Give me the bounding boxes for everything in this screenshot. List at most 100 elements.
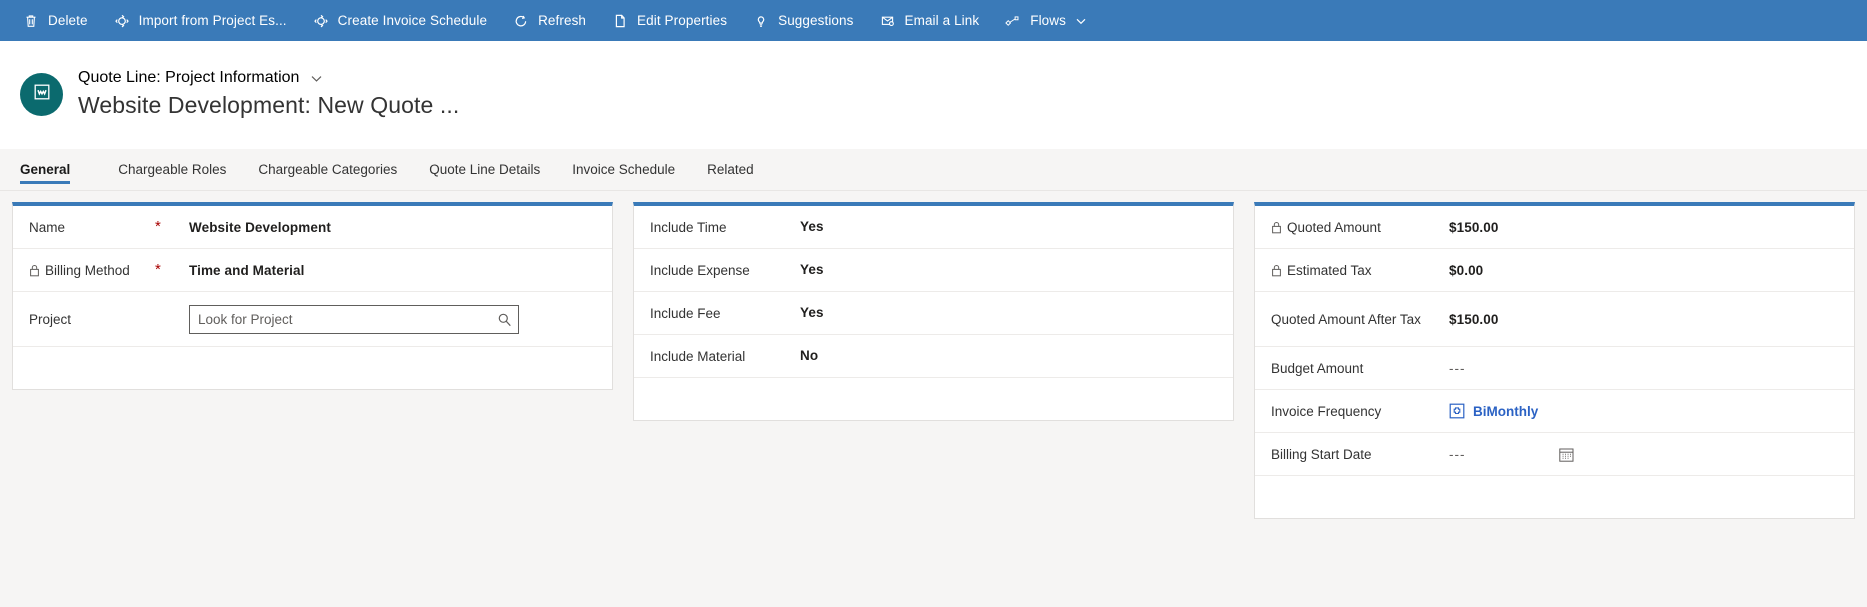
field-label: Billing Method <box>29 262 149 279</box>
field-value-budget-amount[interactable]: --- <box>1449 361 1466 376</box>
calendar-icon[interactable] <box>1558 446 1575 463</box>
lock-icon <box>29 264 40 277</box>
field-row-billing-start-date: Billing Start Date --- <box>1255 433 1854 476</box>
field-label-text: Project <box>29 311 72 327</box>
command-label: Refresh <box>538 13 587 28</box>
command-bar: Delete Import from Project Es... Create <box>0 0 1867 41</box>
field-label: Invoice Frequency <box>1271 403 1449 420</box>
field-label: Include Time <box>650 219 800 236</box>
invoice-frequency-value[interactable]: BiMonthly <box>1473 404 1538 419</box>
invoice-frequency-entity-icon <box>1449 403 1465 419</box>
email-link-icon <box>880 13 896 29</box>
form-body: Name * Website Development Billing Metho… <box>0 191 1867 607</box>
command-label: Import from Project Es... <box>138 13 287 28</box>
command-edit-properties[interactable]: Edit Properties <box>599 0 740 41</box>
command-label: Suggestions <box>778 13 854 28</box>
command-create-invoice-schedule[interactable]: Create Invoice Schedule <box>300 0 500 41</box>
field-label-text: Name <box>29 219 66 235</box>
chevron-down-icon[interactable] <box>1075 15 1087 27</box>
field-row-include-expense: Include Expense Yes <box>634 249 1233 292</box>
command-label: Create Invoice Schedule <box>337 13 488 28</box>
field-row-quoted-amount: Quoted Amount $150.00 <box>1255 206 1854 249</box>
invoice-frequency-link[interactable]: BiMonthly <box>1449 403 1538 419</box>
tab-invoice-schedule[interactable]: Invoice Schedule <box>556 148 691 190</box>
tab-quote-line-details[interactable]: Quote Line Details <box>413 148 556 190</box>
field-value-include-time[interactable]: Yes <box>800 219 824 234</box>
tab-label: General <box>20 161 71 177</box>
page-title: Website Development: New Quote ... <box>78 92 460 118</box>
form-tabs: General Chargeable Roles Chargeable Cate… <box>0 149 1867 191</box>
edit-properties-icon <box>612 13 628 29</box>
required-indicator: * <box>155 261 161 278</box>
breadcrumb: Quote Line: Project Information <box>78 69 459 87</box>
field-row-estimated-tax: Estimated Tax $0.00 <box>1255 249 1854 292</box>
chevron-down-icon[interactable] <box>310 72 323 85</box>
field-row-billing-method: Billing Method * Time and Material <box>13 249 612 292</box>
field-label: Budget Amount <box>1271 360 1449 377</box>
command-import-from-project-estimate[interactable]: Import from Project Es... <box>101 0 300 41</box>
project-lookup-input[interactable] <box>190 305 490 333</box>
field-value-include-material[interactable]: No <box>800 348 818 363</box>
command-label: Email a Link <box>904 13 980 28</box>
command-flows[interactable]: Flows <box>992 0 1100 41</box>
tab-label: Chargeable Roles <box>118 161 227 177</box>
field-label: Include Fee <box>650 305 800 322</box>
card-bottom-spacer <box>13 347 612 377</box>
flows-icon <box>1005 13 1021 29</box>
field-value-include-fee[interactable]: Yes <box>800 305 824 320</box>
tab-general[interactable]: General <box>20 148 86 190</box>
tab-chargeable-categories[interactable]: Chargeable Categories <box>242 148 413 190</box>
field-row-include-fee: Include Fee Yes <box>634 292 1233 335</box>
field-label-text: Estimated Tax <box>1287 262 1372 278</box>
command-suggestions[interactable]: Suggestions <box>740 0 866 41</box>
command-label: Edit Properties <box>637 13 728 28</box>
import-icon <box>114 13 130 29</box>
field-label: Project <box>29 311 149 328</box>
record-header: Quote Line: Project Information Website … <box>0 41 1867 149</box>
field-label: Quoted Amount After Tax <box>1271 311 1449 328</box>
field-row-quoted-amount-after-tax: Quoted Amount After Tax $150.00 <box>1255 292 1854 347</box>
field-row-project: Project <box>13 292 612 347</box>
tab-label: Invoice Schedule <box>572 161 676 177</box>
field-value-name[interactable]: Website Development <box>189 220 331 235</box>
field-label-text: Billing Start Date <box>1271 446 1372 462</box>
tab-label: Chargeable Categories <box>258 161 398 177</box>
field-value-quoted-amount: $150.00 <box>1449 219 1499 235</box>
field-label: Include Expense <box>650 262 800 279</box>
refresh-icon <box>513 13 529 29</box>
tab-label: Quote Line Details <box>429 161 541 177</box>
field-label-text: Quoted Amount <box>1287 219 1381 235</box>
command-label: Flows <box>1030 13 1066 28</box>
field-label-text: Include Material <box>650 348 746 364</box>
field-label-text: Include Expense <box>650 262 750 278</box>
field-label-text: Billing Method <box>45 262 130 278</box>
field-value-estimated-tax: $0.00 <box>1449 262 1484 278</box>
command-delete[interactable]: Delete <box>10 0 101 41</box>
tab-label: Related <box>707 161 754 177</box>
tab-chargeable-roles[interactable]: Chargeable Roles <box>102 148 242 190</box>
search-icon[interactable] <box>490 306 518 333</box>
field-label: Billing Start Date <box>1271 446 1449 463</box>
command-email-a-link[interactable]: Email a Link <box>867 0 993 41</box>
field-value-quoted-amount-after-tax: $150.00 <box>1449 311 1499 327</box>
field-label-text: Include Time <box>650 219 727 235</box>
field-label-text: Invoice Frequency <box>1271 403 1382 419</box>
card-inclusions: Include Time Yes Include Expense Yes Inc… <box>633 202 1234 421</box>
field-row-include-material: Include Material No <box>634 335 1233 378</box>
field-value-billing-method[interactable]: Time and Material <box>189 263 305 278</box>
project-lookup[interactable] <box>189 304 519 334</box>
avatar <box>20 73 63 116</box>
command-label: Delete <box>48 13 88 28</box>
field-row-name: Name * Website Development <box>13 206 612 249</box>
quote-line-entity-icon <box>32 82 52 107</box>
card-amounts: Quoted Amount $150.00 Estimated Tax $0.0… <box>1254 202 1855 519</box>
field-row-include-time: Include Time Yes <box>634 206 1233 249</box>
field-label: Estimated Tax <box>1271 262 1449 279</box>
card-general-details: Name * Website Development Billing Metho… <box>12 202 613 390</box>
tab-related[interactable]: Related <box>691 148 770 190</box>
lock-icon <box>1271 264 1282 277</box>
field-value-include-expense[interactable]: Yes <box>800 262 824 277</box>
command-refresh[interactable]: Refresh <box>500 0 599 41</box>
field-label: Include Material <box>650 348 800 365</box>
field-value-billing-start-date[interactable]: --- <box>1449 447 1466 462</box>
